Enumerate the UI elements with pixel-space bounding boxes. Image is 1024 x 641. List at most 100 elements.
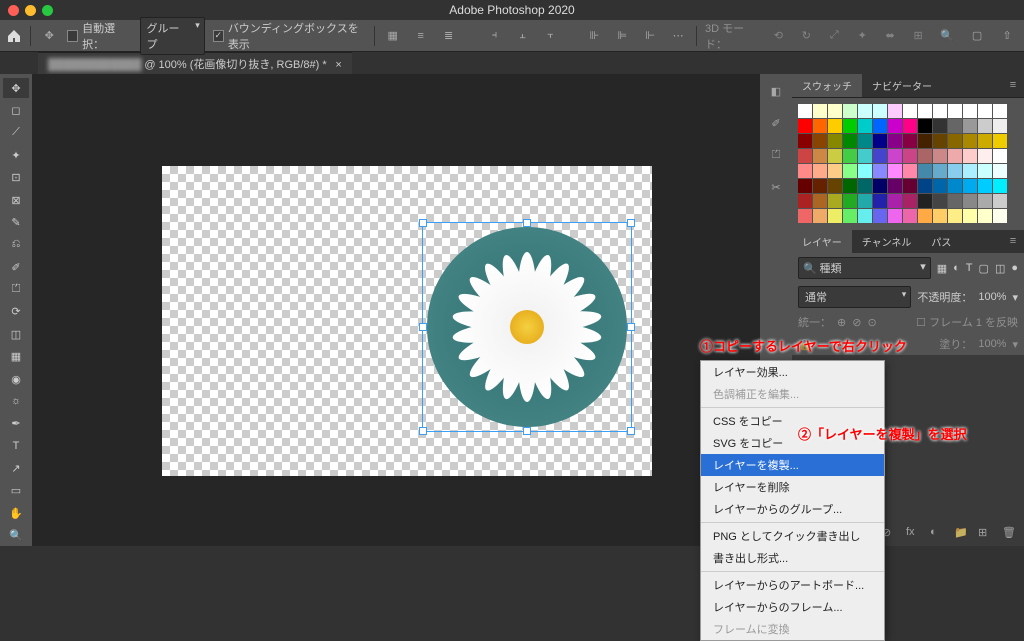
blur-tool-icon[interactable]: ◉ [3, 369, 29, 389]
swatch[interactable] [843, 119, 857, 133]
swatch[interactable] [948, 104, 962, 118]
swatch[interactable] [978, 134, 992, 148]
align-icon[interactable]: ≡ [411, 25, 431, 47]
brush-panel-icon[interactable]: ✐ [765, 112, 787, 134]
context-menu-item[interactable]: レイヤー効果... [701, 361, 884, 383]
context-menu-item[interactable]: レイヤーからのグループ... [701, 498, 884, 520]
swatch[interactable] [948, 164, 962, 178]
chevron-down-icon[interactable]: ▾ [1012, 338, 1018, 351]
swatch[interactable] [933, 194, 947, 208]
swatch[interactable] [798, 209, 812, 223]
path-tool-icon[interactable]: ↗ [3, 458, 29, 478]
swatch[interactable] [813, 119, 827, 133]
layer-filter-dropdown[interactable]: 🔍 種類 ▾ [798, 257, 931, 279]
swatch[interactable] [813, 179, 827, 193]
swatch[interactable] [963, 194, 977, 208]
swatch[interactable] [813, 149, 827, 163]
swatch[interactable] [873, 164, 887, 178]
swatch[interactable] [798, 194, 812, 208]
swatch[interactable] [828, 164, 842, 178]
swatch[interactable] [978, 119, 992, 133]
minimize-icon[interactable] [25, 5, 36, 16]
lock-icon[interactable]: ⊘ [852, 316, 861, 329]
opacity-value[interactable]: 100% [978, 291, 1006, 303]
swatch[interactable] [858, 134, 872, 148]
swatch[interactable] [948, 179, 962, 193]
mask-icon[interactable]: ◐ [930, 526, 944, 540]
swatch[interactable] [963, 119, 977, 133]
navigator-tab[interactable]: ナビゲーター [862, 74, 942, 97]
swatch[interactable] [978, 164, 992, 178]
wand-tool-icon[interactable]: ✦ [3, 145, 29, 165]
paths-tab[interactable]: パス [921, 230, 961, 253]
swatch[interactable] [828, 134, 842, 148]
swatch[interactable] [873, 179, 887, 193]
bounding-box-checkbox[interactable]: ✓ バウンディングボックスを表示 [213, 20, 366, 52]
canvas-area[interactable] [32, 74, 760, 546]
swatch[interactable] [888, 194, 902, 208]
align-edge-icon[interactable]: ⫞ [485, 25, 505, 47]
distribute-icon[interactable]: ⊫ [612, 25, 632, 47]
type-tool-icon[interactable]: T [3, 436, 29, 456]
swatch[interactable] [828, 179, 842, 193]
distribute-icon[interactable]: ⊪ [584, 25, 604, 47]
hand-tool-icon[interactable]: ✋ [3, 503, 29, 523]
swatch[interactable] [948, 194, 962, 208]
swatch[interactable] [813, 194, 827, 208]
swatch[interactable] [858, 119, 872, 133]
swatch[interactable] [858, 164, 872, 178]
swatch[interactable] [993, 104, 1007, 118]
context-menu-item[interactable]: PNG としてクイック書き出し [701, 525, 884, 547]
swatches-tab[interactable]: スウォッチ [792, 74, 862, 97]
lasso-tool-icon[interactable]: ⟋ [3, 123, 29, 143]
clone-panel-icon[interactable]: ⏍ [765, 144, 787, 166]
swatch[interactable] [888, 134, 902, 148]
swatch[interactable] [963, 104, 977, 118]
swatch[interactable] [933, 149, 947, 163]
swatch[interactable] [828, 209, 842, 223]
swatch[interactable] [993, 119, 1007, 133]
move-tool-icon[interactable]: ✥ [39, 25, 59, 47]
maximize-icon[interactable] [42, 5, 53, 16]
pen-tool-icon[interactable]: ✒ [3, 414, 29, 434]
brush-tool-icon[interactable]: ✐ [3, 257, 29, 277]
filter-image-icon[interactable]: ▦ [937, 262, 947, 275]
swatch[interactable] [828, 119, 842, 133]
channels-tab[interactable]: チャンネル [852, 230, 922, 253]
swatch[interactable] [963, 149, 977, 163]
swatch[interactable] [828, 104, 842, 118]
swatch[interactable] [873, 149, 887, 163]
swatch[interactable] [918, 119, 932, 133]
swatch[interactable] [873, 194, 887, 208]
swatch[interactable] [948, 209, 962, 223]
swatch[interactable] [978, 179, 992, 193]
filter-shape-icon[interactable]: ▢ [979, 262, 989, 275]
align-center-icon[interactable]: ⫠ [513, 25, 533, 47]
swatch[interactable] [993, 164, 1007, 178]
swatch[interactable] [843, 104, 857, 118]
swatch[interactable] [813, 209, 827, 223]
swatch[interactable] [843, 179, 857, 193]
swatch[interactable] [993, 149, 1007, 163]
new-layer-icon[interactable]: ⊞ [978, 526, 992, 540]
swatch[interactable] [843, 194, 857, 208]
swatch[interactable] [933, 134, 947, 148]
swatch[interactable] [888, 104, 902, 118]
swatch[interactable] [963, 209, 977, 223]
context-menu-item[interactable]: レイヤーからのフレーム... [701, 596, 884, 618]
swatch[interactable] [888, 164, 902, 178]
swatch[interactable] [843, 149, 857, 163]
swatch[interactable] [843, 134, 857, 148]
swatch[interactable] [948, 149, 962, 163]
swatch[interactable] [978, 209, 992, 223]
zoom-tool-icon[interactable]: 🔍 [3, 526, 29, 546]
swatch[interactable] [888, 209, 902, 223]
panel-menu-icon[interactable]: ≡ [1002, 74, 1024, 96]
search-icon[interactable]: 🔍 [936, 25, 958, 47]
swatch[interactable] [978, 149, 992, 163]
frame-tool-icon[interactable]: ⊠ [3, 190, 29, 210]
chevron-down-icon[interactable]: ▾ [1012, 291, 1018, 304]
swatch[interactable] [798, 179, 812, 193]
filter-smart-icon[interactable]: ◫ [995, 262, 1005, 275]
swatch[interactable] [993, 179, 1007, 193]
